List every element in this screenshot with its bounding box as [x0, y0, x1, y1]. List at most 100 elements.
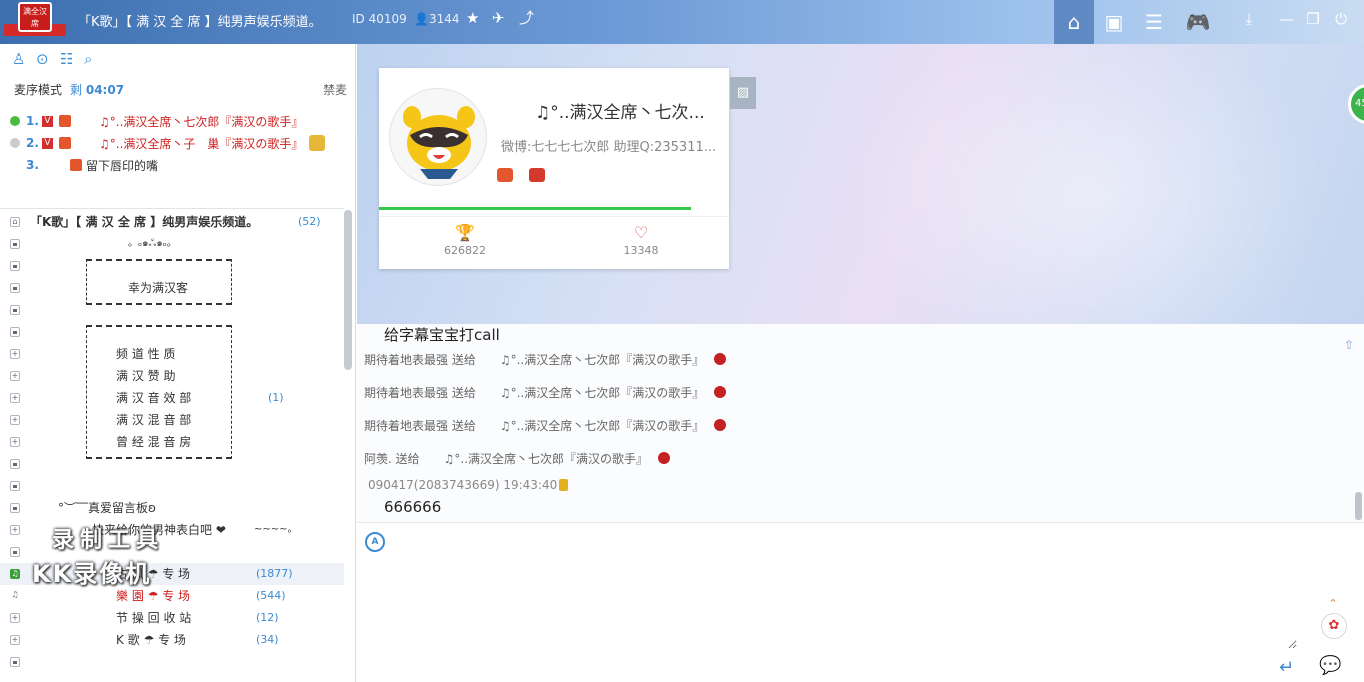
side-badge[interactable]: 45 — [1348, 84, 1364, 124]
mic-queue-item[interactable]: 2. V ♫°..满汉全席丶子 巢『满汉の歌手』 — [10, 132, 350, 154]
mic-queue-name: ♫°..满汉全席丶子 巢『满汉の歌手』 — [99, 136, 304, 151]
filter-list-icon[interactable]: ☷ — [60, 50, 78, 68]
tree-row[interactable]: + 满 汉 赞 助 — [0, 365, 344, 387]
profile-card-icon: ▣ — [1104, 10, 1124, 34]
expand-icon[interactable]: + — [10, 393, 20, 403]
lock-icon — [10, 657, 20, 667]
expand-icon[interactable]: + — [10, 437, 20, 447]
game-icon: 🎮 — [1185, 10, 1211, 34]
members-icon[interactable]: ♙ — [12, 50, 30, 68]
gift-message: 期待着地表最强 送给 ♫°..满汉全席丶七次郎『满汉の歌手』 — [364, 384, 727, 401]
location-icon[interactable]: ⊙ — [36, 50, 54, 68]
tree-row[interactable] — [0, 651, 344, 673]
anchor-card: ♫°..满汉全席丶七次... 微博:七七七七次郎 助理Q:235311... 🏆… — [379, 68, 729, 269]
tree-row[interactable] — [0, 475, 344, 497]
status-dot-icon — [10, 116, 20, 126]
video-stage: ♫°..满汉全席丶七次... 微博:七七七七次郎 助理Q:235311... 🏆… — [357, 44, 1364, 324]
ban-mic-button[interactable]: 禁麦 — [323, 81, 347, 98]
scroll-top-icon[interactable]: ⇧ — [1344, 338, 1354, 352]
tree-root[interactable]: ⌂ 「K歌」【 满 汉 全 席 】纯男声娱乐频道。 (52) — [0, 211, 344, 233]
minimize-button[interactable]: — — [1276, 8, 1298, 30]
title-bar: 满全汉席 「K歌」【 满 汉 全 席 】纯男声娱乐频道。 ID 40109 👤3… — [0, 0, 1364, 44]
lock-icon — [10, 239, 20, 249]
left-toolbar: ♙ ⊙ ☷ ⌕ — [12, 50, 108, 70]
game-button[interactable]: 🎮 — [1178, 0, 1218, 44]
input-area: A ⌃ ✿ ↵ 💬 — [357, 522, 1364, 682]
plane-icon[interactable]: ✈ — [492, 9, 505, 27]
download-button[interactable]: ⤓ — [1238, 8, 1260, 30]
left-panel: ♙ ⊙ ☷ ⌕ 麦序模式 剩 04:07 禁麦 1. V ♫°..满汉全席丶七次郎『满… — [0, 44, 356, 682]
music-icon: ♫ — [10, 569, 20, 579]
tree-row[interactable]: 幸为满汉客 — [0, 277, 344, 299]
lock-icon — [10, 283, 20, 293]
rose-icon — [714, 386, 727, 398]
tree-row[interactable]: + 曾 经 混 音 房 — [0, 431, 344, 453]
lock-icon — [10, 261, 20, 271]
rose-icon — [658, 452, 671, 464]
tree-row[interactable] — [0, 453, 344, 475]
nav-right: ⌂ ▣ ☰ 🎮 ⤓ — ❐ ⏻ — [1054, 0, 1364, 44]
vip-v-icon: V — [42, 137, 53, 149]
expand-icon[interactable]: + — [10, 415, 20, 425]
tree-row[interactable] — [0, 321, 344, 343]
vip-v-icon: V — [42, 115, 53, 127]
font-button[interactable]: A — [365, 532, 385, 552]
chevron-up-icon[interactable]: ⌃ — [1325, 597, 1341, 611]
mic-queue-item[interactable]: 1. V ♫°..满汉全席丶七次郎『满汉の歌手』 — [10, 110, 350, 132]
flower-gift-button[interactable]: ✿ — [1321, 613, 1347, 639]
mic-queue-item[interactable]: 3. 留下唇印的嘴 — [10, 154, 350, 176]
stat-likes[interactable]: ♡ 13348 — [581, 223, 701, 257]
chat-scrollbar[interactable] — [1355, 492, 1362, 520]
stat-trophy[interactable]: 🏆 626822 — [405, 223, 525, 257]
home-button[interactable]: ⌂ — [1054, 0, 1094, 44]
image-icon: ▨ — [736, 85, 750, 100]
profile-card-button[interactable]: ▣ — [1094, 0, 1134, 44]
flower-icon: ✿ — [1328, 618, 1340, 633]
tree-row[interactable] — [0, 255, 344, 277]
channel-title: 「K歌」【 满 汉 全 席 】纯男声娱乐频道。 — [78, 15, 322, 30]
music-icon: ♫ — [11, 590, 19, 599]
tree-row[interactable] — [0, 299, 344, 321]
lock-icon — [10, 327, 20, 337]
tree-room[interactable]: + 节 操 回 收 站 (12) — [0, 607, 344, 629]
message-input[interactable] — [357, 559, 1297, 649]
expand-icon[interactable]: + — [10, 371, 20, 381]
chat-area: 给字幕宝宝打call ⇧ 期待着地表最强 送给 ♫°..满汉全席丶七次郎『满汉の歌… — [357, 324, 1364, 522]
recorder-watermark: 录制工具 KK录像机 — [32, 528, 165, 588]
download-icon: ⤓ — [1245, 10, 1253, 28]
expand-icon[interactable]: + — [10, 349, 20, 359]
vip-badge-icon — [309, 135, 326, 151]
tree-row[interactable]: + 满 汉 混 音 部 — [0, 409, 344, 431]
chat-bubble-icon: 💬 — [1319, 655, 1342, 676]
user-icon: 👤 — [414, 12, 429, 26]
crown-badge-icon — [497, 168, 513, 182]
tree-scrollbar[interactable] — [344, 210, 352, 370]
search-icon[interactable]: ⌕ — [84, 50, 102, 68]
expand-icon[interactable]: + — [10, 613, 20, 623]
heart-icon: ♡ — [633, 223, 649, 242]
close-button[interactable]: ⏻ — [1330, 8, 1352, 30]
emoji-button[interactable]: 💬 — [1319, 655, 1341, 676]
mic-time: 剩 04:07 — [70, 83, 125, 97]
expand-icon[interactable]: + — [10, 525, 20, 535]
tree-row[interactable]: °︶‾‾真爱留言板ʚ — [0, 497, 344, 519]
tree-row[interactable]: + 频 道 性 质 — [0, 343, 344, 365]
share-icon[interactable]: ⤴ — [519, 9, 534, 27]
anchor-contact: 微博:七七七七次郎 助理Q:235311... — [501, 140, 717, 155]
tree-room[interactable]: + K 歌 ☂ 专 场 (34) — [0, 629, 344, 651]
avatar[interactable] — [389, 88, 487, 186]
online-count: 👤3144 — [414, 12, 460, 26]
mic-mode-label: 麦序模式 — [14, 83, 63, 97]
send-button[interactable]: ↵ — [1279, 657, 1294, 678]
maximize-button[interactable]: ❐ — [1302, 8, 1324, 30]
favorite-star-icon[interactable]: ★ — [466, 9, 479, 27]
tree-row[interactable]: + 满 汉 音 效 部 (1) — [0, 387, 344, 409]
power-icon: ⏻ — [1335, 10, 1347, 28]
mobile-icon — [559, 479, 569, 491]
expand-icon[interactable]: + — [10, 635, 20, 645]
tree-row[interactable]: 。ₒ๑ஃ๑ₒ。 — [0, 233, 344, 255]
chat-message: 666666 — [384, 498, 442, 516]
list-button[interactable]: ☰ — [1134, 0, 1174, 44]
mic-queue-name: 留下唇印的嘴 — [86, 158, 159, 173]
picture-button[interactable]: ▨ — [730, 77, 756, 109]
